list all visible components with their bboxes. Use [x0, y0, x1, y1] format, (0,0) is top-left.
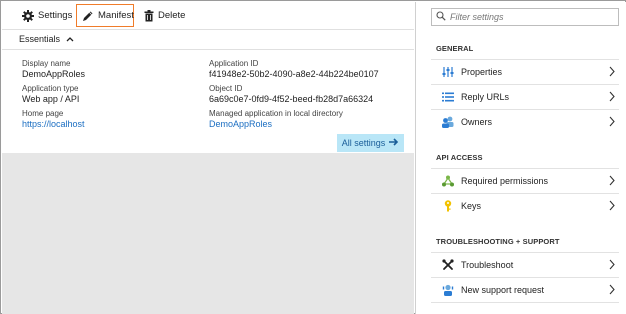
- home-page-field: Home page https://localhost: [22, 109, 85, 129]
- object-id-value: 6a69c0e7-0fd9-4f52-beed-fb28d7a66324: [209, 94, 374, 104]
- home-page-label: Home page: [22, 109, 64, 118]
- users-icon: [439, 116, 457, 128]
- application-id-value: f41948e2-50b2-4090-a8e2-44b224be0107: [209, 69, 379, 79]
- settings-item-label: Required permissions: [461, 176, 549, 186]
- manifest-label: Manifest: [98, 10, 134, 21]
- support-icon: [439, 284, 457, 296]
- home-page-link[interactable]: https://localhost: [22, 119, 85, 129]
- application-type-label: Application type: [22, 84, 79, 93]
- chevron-right-icon: [609, 91, 615, 104]
- managed-application-link[interactable]: DemoAppRoles: [209, 119, 343, 129]
- settings-item-required-permissions[interactable]: Required permissions: [431, 170, 619, 192]
- application-type-value: Web app / API: [22, 94, 80, 104]
- object-id-field: Object ID 6a69c0e7-0fd9-4f52-beed-fb28d7…: [209, 84, 373, 104]
- app-frame: Settings Manifest Delete Essentials Disp…: [0, 0, 626, 314]
- settings-item-troubleshoot[interactable]: Troubleshoot: [431, 254, 619, 276]
- divider: [431, 109, 619, 110]
- all-settings-label: All settings: [341, 138, 386, 148]
- trash-icon: [144, 9, 154, 22]
- settings-item-new-support-request[interactable]: New support request: [431, 279, 619, 301]
- divider: [431, 193, 619, 194]
- essentials-label: Essentials: [19, 34, 61, 44]
- chevron-right-icon: [609, 200, 615, 213]
- delete-button[interactable]: Delete: [140, 4, 189, 27]
- filter-settings-input[interactable]: [450, 12, 610, 22]
- section-title-general: GENERAL: [436, 44, 474, 53]
- object-id-label: Object ID: [209, 84, 243, 93]
- section-title-troubleshooting-support: TROUBLESHOOTING + SUPPORT: [436, 237, 560, 246]
- chevron-right-icon: [609, 66, 615, 79]
- managed-application-field: Managed application in local directory D…: [209, 109, 343, 129]
- essentials-toggle[interactable]: Essentials: [19, 34, 74, 44]
- pencil-icon: [82, 10, 94, 22]
- all-settings-button[interactable]: All settings: [337, 134, 404, 152]
- divider: [431, 168, 619, 169]
- settings-button[interactable]: Settings: [18, 4, 76, 27]
- display-name-field: Display name DemoAppRoles: [22, 59, 85, 79]
- command-bar: Settings Manifest Delete: [2, 2, 414, 29]
- chevron-right-icon: [609, 259, 615, 272]
- settings-item-label: Troubleshoot: [461, 260, 514, 270]
- application-id-label: Application ID: [209, 59, 259, 68]
- key-icon: [439, 200, 457, 212]
- essentials-panel: Essentials Display name DemoAppRoles App…: [2, 29, 414, 153]
- wrench-icon: [439, 259, 457, 271]
- chevron-right-icon: [609, 116, 615, 129]
- application-id-field: Application ID f41948e2-50b2-4090-a8e2-4…: [209, 59, 379, 79]
- settings-item-owners[interactable]: Owners: [431, 111, 619, 133]
- settings-item-label: Properties: [461, 67, 503, 77]
- application-type-field: Application type Web app / API: [22, 84, 79, 104]
- properties-icon: [439, 66, 457, 78]
- settings-item-properties[interactable]: Properties: [431, 61, 619, 83]
- application-blade: Settings Manifest Delete Essentials Disp…: [2, 2, 414, 314]
- delete-label: Delete: [158, 10, 186, 21]
- filter-settings-box[interactable]: [431, 8, 619, 26]
- divider: [431, 59, 619, 60]
- divider: [431, 84, 619, 85]
- divider: [431, 277, 619, 278]
- divider: [431, 302, 619, 303]
- managed-application-label: Managed application in local directory: [209, 109, 343, 118]
- essentials-header: Essentials: [2, 30, 414, 50]
- chevron-right-icon: [609, 284, 615, 297]
- list-icon: [439, 92, 457, 102]
- display-name-value: DemoAppRoles: [22, 69, 86, 79]
- settings-item-reply-urls[interactable]: Reply URLs: [431, 86, 619, 108]
- settings-item-label: Owners: [461, 117, 493, 127]
- settings-item-keys[interactable]: Keys: [431, 195, 619, 217]
- settings-item-label: New support request: [461, 285, 545, 295]
- gear-icon: [22, 9, 34, 22]
- settings-blade: GENERAL Properties Reply URLs: [415, 2, 626, 314]
- display-name-label: Display name: [22, 59, 71, 68]
- arrow-right-icon: [389, 138, 399, 148]
- permissions-icon: [439, 175, 457, 187]
- manifest-button[interactable]: Manifest: [76, 4, 134, 27]
- chevron-right-icon: [609, 175, 615, 188]
- settings-label: Settings: [38, 10, 73, 21]
- settings-item-label: Keys: [461, 201, 482, 211]
- section-title-api-access: API ACCESS: [436, 153, 483, 162]
- search-icon: [436, 11, 446, 23]
- chevron-up-icon: [66, 34, 74, 44]
- settings-item-label: Reply URLs: [461, 92, 510, 102]
- divider: [431, 252, 619, 253]
